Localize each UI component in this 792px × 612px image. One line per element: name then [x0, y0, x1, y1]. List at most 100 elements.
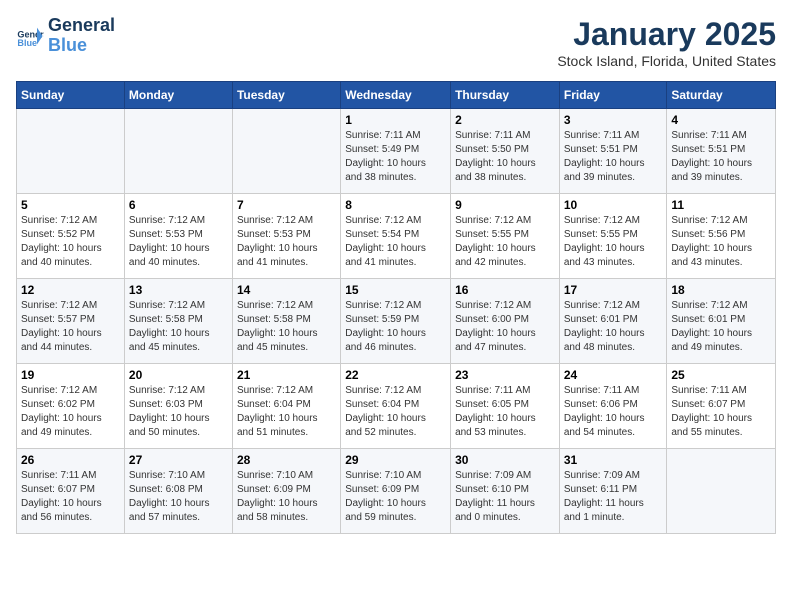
calendar-cell: 6 Sunrise: 7:12 AM Sunset: 5:53 PM Daylig…: [124, 194, 232, 279]
day-info: Sunrise: 7:12 AM Sunset: 6:00 PM Dayligh…: [455, 299, 555, 355]
calendar-cell: 27Sunrise: 7:10 AM Sunset: 6:08 PM Dayli…: [124, 449, 232, 534]
weekday-header: Wednesday: [341, 82, 451, 109]
day-number: 31: [564, 453, 663, 467]
header-row: SundayMondayTuesdayWednesdayThursdayFrid…: [17, 82, 776, 109]
day-info: Sunrise: 7:12 AM Sunset: 5:52 PM Dayligh…: [21, 214, 120, 270]
weekday-header: Friday: [559, 82, 667, 109]
day-info: Sunrise: 7:12 AM Sunset: 5:58 PM Dayligh…: [129, 299, 228, 355]
month-title: January 2025: [557, 16, 776, 53]
day-number: 14: [237, 283, 336, 297]
day-info: Sunrise: 7:12 AM Sunset: 6:02 PM Dayligh…: [21, 384, 120, 440]
day-info: Sunrise: 7:09 AM Sunset: 6:11 PM Dayligh…: [564, 469, 663, 525]
day-number: 17: [564, 283, 663, 297]
day-number: 6: [129, 198, 228, 212]
calendar-week-row: 12 Sunrise: 7:12 AM Sunset: 5:57 PM Dayli…: [17, 279, 776, 364]
calendar-cell: 14 Sunrise: 7:12 AM Sunset: 5:58 PM Dayli…: [232, 279, 340, 364]
day-number: 2: [455, 113, 555, 127]
day-info: Sunrise: 7:12 AM Sunset: 5:55 PM Dayligh…: [455, 214, 555, 270]
day-info: Sunrise: 7:10 AM Sunset: 6:09 PM Dayligh…: [237, 469, 336, 525]
calendar-cell: 2 Sunrise: 7:11 AM Sunset: 5:50 PM Daylig…: [451, 109, 560, 194]
day-info: Sunrise: 7:12 AM Sunset: 6:04 PM Dayligh…: [237, 384, 336, 440]
calendar-cell: 1 Sunrise: 7:11 AM Sunset: 5:49 PM Daylig…: [341, 109, 451, 194]
title-block: January 2025 Stock Island, Florida, Unit…: [557, 16, 776, 69]
day-number: 7: [237, 198, 336, 212]
day-number: 11: [671, 198, 771, 212]
day-number: 3: [564, 113, 663, 127]
day-number: 25: [671, 368, 771, 382]
day-number: 8: [345, 198, 446, 212]
weekday-header: Monday: [124, 82, 232, 109]
day-number: 16: [455, 283, 555, 297]
calendar-cell: 11 Sunrise: 7:12 AM Sunset: 5:56 PM Dayli…: [667, 194, 776, 279]
calendar-cell: 24 Sunrise: 7:11 AM Sunset: 6:06 PM Dayli…: [559, 364, 667, 449]
day-number: 24: [564, 368, 663, 382]
day-info: Sunrise: 7:12 AM Sunset: 5:55 PM Dayligh…: [564, 214, 663, 270]
calendar-cell: 16 Sunrise: 7:12 AM Sunset: 6:00 PM Dayli…: [451, 279, 560, 364]
day-number: 20: [129, 368, 228, 382]
day-number: 1: [345, 113, 446, 127]
calendar-table: SundayMondayTuesdayWednesdayThursdayFrid…: [16, 81, 776, 534]
day-number: 10: [564, 198, 663, 212]
day-info: Sunrise: 7:12 AM Sunset: 6:01 PM Dayligh…: [671, 299, 771, 355]
day-info: Sunrise: 7:12 AM Sunset: 5:53 PM Dayligh…: [129, 214, 228, 270]
calendar-cell: 10 Sunrise: 7:12 AM Sunset: 5:55 PM Dayli…: [559, 194, 667, 279]
calendar-cell: 5 Sunrise: 7:12 AM Sunset: 5:52 PM Daylig…: [17, 194, 125, 279]
day-info: Sunrise: 7:11 AM Sunset: 6:07 PM Dayligh…: [21, 469, 120, 525]
day-info: Sunrise: 7:12 AM Sunset: 5:57 PM Dayligh…: [21, 299, 120, 355]
logo-icon: General Blue: [16, 22, 44, 50]
day-info: Sunrise: 7:11 AM Sunset: 6:07 PM Dayligh…: [671, 384, 771, 440]
calendar-cell: 28 Sunrise: 7:10 AM Sunset: 6:09 PM Dayli…: [232, 449, 340, 534]
day-info: Sunrise: 7:11 AM Sunset: 6:05 PM Dayligh…: [455, 384, 555, 440]
day-number: 21: [237, 368, 336, 382]
day-number: 5: [21, 198, 120, 212]
weekday-header: Saturday: [667, 82, 776, 109]
day-info: Sunrise: 7:12 AM Sunset: 5:58 PM Dayligh…: [237, 299, 336, 355]
day-info: Sunrise: 7:10 AM Sunset: 6:08 PM Dayligh…: [129, 469, 228, 525]
calendar-cell: 8 Sunrise: 7:12 AM Sunset: 5:54 PM Daylig…: [341, 194, 451, 279]
calendar-week-row: 1 Sunrise: 7:11 AM Sunset: 5:49 PM Daylig…: [17, 109, 776, 194]
calendar-cell: [232, 109, 340, 194]
page-header: General Blue GeneralBlue January 2025 St…: [16, 16, 776, 69]
calendar-cell: 22 Sunrise: 7:12 AM Sunset: 6:04 PM Dayli…: [341, 364, 451, 449]
day-number: 4: [671, 113, 771, 127]
calendar-cell: 30 Sunrise: 7:09 AM Sunset: 6:10 PM Dayli…: [451, 449, 560, 534]
day-number: 22: [345, 368, 446, 382]
calendar-cell: 4Sunrise: 7:11 AM Sunset: 5:51 PM Daylig…: [667, 109, 776, 194]
day-info: Sunrise: 7:12 AM Sunset: 6:01 PM Dayligh…: [564, 299, 663, 355]
day-info: Sunrise: 7:12 AM Sunset: 5:54 PM Dayligh…: [345, 214, 446, 270]
location: Stock Island, Florida, United States: [557, 53, 776, 69]
day-info: Sunrise: 7:11 AM Sunset: 5:50 PM Dayligh…: [455, 129, 555, 185]
calendar-cell: 9 Sunrise: 7:12 AM Sunset: 5:55 PM Daylig…: [451, 194, 560, 279]
day-info: Sunrise: 7:09 AM Sunset: 6:10 PM Dayligh…: [455, 469, 555, 525]
day-info: Sunrise: 7:11 AM Sunset: 5:49 PM Dayligh…: [345, 129, 446, 185]
calendar-cell: [17, 109, 125, 194]
svg-text:Blue: Blue: [17, 38, 37, 48]
day-number: 28: [237, 453, 336, 467]
calendar-cell: 23 Sunrise: 7:11 AM Sunset: 6:05 PM Dayli…: [451, 364, 560, 449]
day-number: 9: [455, 198, 555, 212]
day-info: Sunrise: 7:12 AM Sunset: 5:53 PM Dayligh…: [237, 214, 336, 270]
weekday-header: Sunday: [17, 82, 125, 109]
day-info: Sunrise: 7:11 AM Sunset: 6:06 PM Dayligh…: [564, 384, 663, 440]
day-info: Sunrise: 7:12 AM Sunset: 6:04 PM Dayligh…: [345, 384, 446, 440]
weekday-header: Tuesday: [232, 82, 340, 109]
day-number: 13: [129, 283, 228, 297]
day-number: 12: [21, 283, 120, 297]
logo-text: GeneralBlue: [48, 16, 115, 56]
calendar-cell: 12 Sunrise: 7:12 AM Sunset: 5:57 PM Dayli…: [17, 279, 125, 364]
day-info: Sunrise: 7:10 AM Sunset: 6:09 PM Dayligh…: [345, 469, 446, 525]
calendar-cell: 21 Sunrise: 7:12 AM Sunset: 6:04 PM Dayli…: [232, 364, 340, 449]
day-info: Sunrise: 7:12 AM Sunset: 6:03 PM Dayligh…: [129, 384, 228, 440]
calendar-cell: 7 Sunrise: 7:12 AM Sunset: 5:53 PM Daylig…: [232, 194, 340, 279]
day-number: 30: [455, 453, 555, 467]
day-info: Sunrise: 7:12 AM Sunset: 5:59 PM Dayligh…: [345, 299, 446, 355]
day-info: Sunrise: 7:12 AM Sunset: 5:56 PM Dayligh…: [671, 214, 771, 270]
calendar-cell: 20 Sunrise: 7:12 AM Sunset: 6:03 PM Dayli…: [124, 364, 232, 449]
logo: General Blue GeneralBlue: [16, 16, 115, 56]
day-number: 23: [455, 368, 555, 382]
calendar-cell: 18Sunrise: 7:12 AM Sunset: 6:01 PM Dayli…: [667, 279, 776, 364]
calendar-cell: 15Sunrise: 7:12 AM Sunset: 5:59 PM Dayli…: [341, 279, 451, 364]
day-info: Sunrise: 7:11 AM Sunset: 5:51 PM Dayligh…: [564, 129, 663, 185]
calendar-cell: 29Sunrise: 7:10 AM Sunset: 6:09 PM Dayli…: [341, 449, 451, 534]
calendar-week-row: 26Sunrise: 7:11 AM Sunset: 6:07 PM Dayli…: [17, 449, 776, 534]
